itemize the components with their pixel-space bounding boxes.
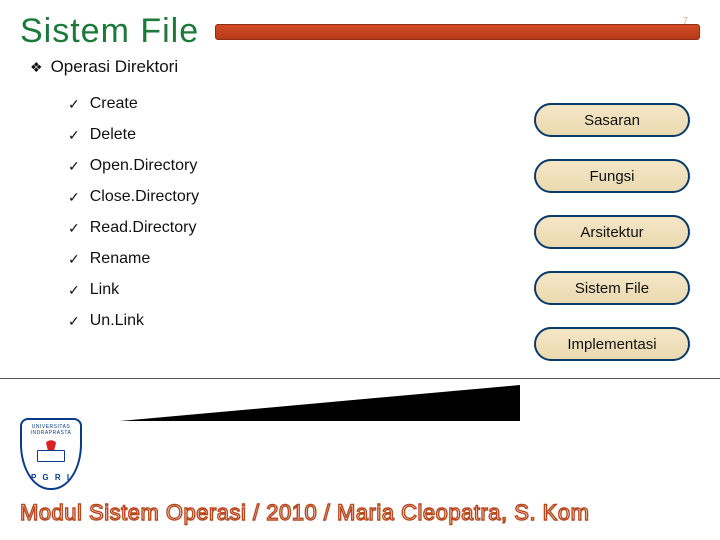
list-item-label: Un.Link	[90, 312, 144, 330]
nav-fungsi-button[interactable]: Fungsi	[534, 159, 690, 193]
slide: 7 Sistem File ❖ Operasi Direktori ✓ Crea…	[0, 0, 720, 540]
nav-sasaran-button[interactable]: Sasaran	[534, 103, 690, 137]
nav-button-label: Sasaran	[584, 112, 640, 129]
list-item: ✓ Link	[68, 281, 510, 299]
check-icon: ✓	[68, 282, 80, 299]
header: Sistem File	[0, 0, 720, 55]
nav-button-label: Fungsi	[589, 168, 634, 185]
divider-band	[0, 378, 720, 422]
check-icon: ✓	[68, 251, 80, 268]
list-item: ✓ Delete	[68, 126, 510, 144]
divider-line	[0, 378, 720, 379]
nav-button-label: Implementasi	[567, 336, 656, 353]
nav-implementasi-button[interactable]: Implementasi	[534, 327, 690, 361]
nav-sistem-file-button[interactable]: Sistem File	[534, 271, 690, 305]
list-item: ✓ Read.Directory	[68, 219, 510, 237]
subheading-text: Operasi Direktori	[51, 57, 179, 77]
nav-button-label: Arsitektur	[580, 224, 643, 241]
list-item-label: Open.Directory	[90, 157, 198, 175]
list-item-label: Link	[90, 281, 119, 299]
university-logo: UNIVERSITAS INDRAPRASTA P G R I	[20, 418, 84, 494]
check-icon: ✓	[68, 96, 80, 113]
check-icon: ✓	[68, 189, 80, 206]
list-item: ✓ Close.Directory	[68, 188, 510, 206]
list-item-label: Create	[90, 95, 138, 113]
list-item: ✓ Open.Directory	[68, 157, 510, 175]
list-item: ✓ Un.Link	[68, 312, 510, 330]
nav-button-label: Sistem File	[575, 280, 649, 297]
subheading: ❖ Operasi Direktori	[0, 55, 720, 87]
check-icon: ✓	[68, 313, 80, 330]
page-title: Sistem File	[20, 12, 199, 51]
content-area: ✓ Create ✓ Delete ✓ Open.Directory ✓ Clo…	[0, 87, 720, 361]
list-item-label: Read.Directory	[90, 219, 197, 237]
check-icon: ✓	[68, 158, 80, 175]
title-accent-bar	[215, 24, 700, 40]
list-item: ✓ Create	[68, 95, 510, 113]
logo-acronym: P G R I	[22, 473, 80, 482]
list-item-label: Rename	[90, 250, 150, 268]
list-item-label: Delete	[90, 126, 136, 144]
decorative-wedge	[120, 385, 520, 421]
nav-arsitektur-button[interactable]: Arsitektur	[534, 215, 690, 249]
shield-icon: UNIVERSITAS INDRAPRASTA P G R I	[20, 418, 82, 490]
footer-text: Modul Sistem Operasi / 2010 / Maria Cleo…	[20, 500, 700, 526]
list-item-label: Close.Directory	[90, 188, 199, 206]
book-icon	[37, 450, 65, 462]
check-icon: ✓	[68, 127, 80, 144]
page-number: 7	[682, 16, 688, 27]
operations-list: ✓ Create ✓ Delete ✓ Open.Directory ✓ Clo…	[68, 95, 510, 361]
check-icon: ✓	[68, 220, 80, 237]
list-item: ✓ Rename	[68, 250, 510, 268]
diamond-bullet-icon: ❖	[30, 59, 43, 76]
nav-buttons: Sasaran Fungsi Arsitektur Sistem File Im…	[534, 95, 690, 361]
